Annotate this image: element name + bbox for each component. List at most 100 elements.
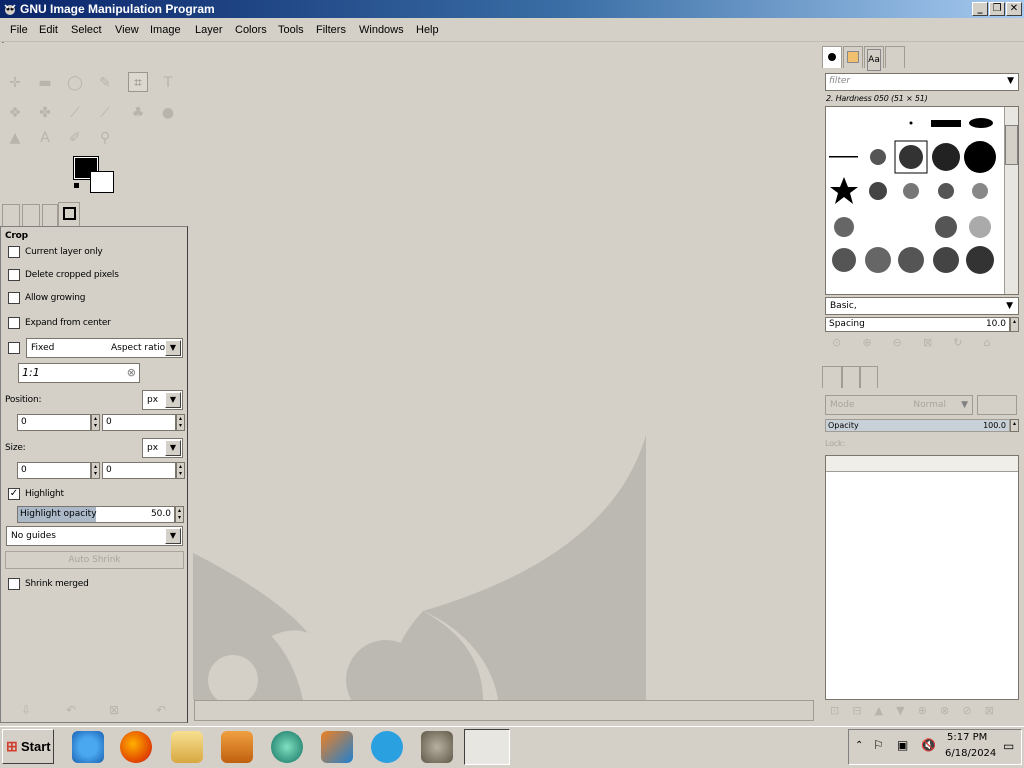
layer-mode-switch[interactable] (977, 395, 1017, 415)
tab-patterns[interactable] (843, 46, 863, 68)
save-options-icon[interactable]: ⇩ (21, 703, 31, 717)
zoom-tool-icon[interactable]: ● (158, 103, 178, 123)
delete-cropped-checkbox[interactable] (8, 269, 20, 281)
spacing-spinner[interactable]: ▴ (1010, 317, 1019, 332)
delete-options-icon[interactable]: ⊠ (109, 703, 119, 717)
brush-tag-input[interactable]: Basic, ▼ (825, 297, 1019, 315)
gimp-active-window-button[interactable] (464, 729, 510, 765)
size-unit-select[interactable]: px ▼ (142, 438, 183, 458)
gimp-taskbar-icon[interactable] (421, 731, 453, 763)
highlight-opacity-slider[interactable]: Highlight opacity 50.0 (17, 506, 175, 523)
tab-crop-options[interactable] (58, 202, 80, 226)
action-center-flag-icon[interactable]: ⚐ (873, 738, 884, 752)
aspect-ratio-input[interactable]: 1:1 ⊗ (18, 363, 140, 383)
menu-file[interactable]: File (10, 24, 28, 36)
size-height-spinner[interactable]: ▴ ▾ (176, 462, 185, 479)
paths-tool-icon[interactable]: ✤ (35, 103, 55, 123)
close-button[interactable]: ✕ (1006, 2, 1022, 16)
media-player-icon[interactable] (221, 731, 253, 763)
tab-fonts[interactable]: Aa (864, 46, 884, 71)
size-width-spinner[interactable]: ▴ ▾ (91, 462, 100, 479)
scrollbar-thumb[interactable] (1005, 125, 1018, 165)
crop-tool-icon[interactable]: ⌗ (128, 72, 148, 92)
unified-transform-tool-icon[interactable]: T (158, 73, 178, 93)
layer-opacity-spinner[interactable]: ▴ (1010, 419, 1019, 432)
clock-time[interactable]: 5:17 PM (947, 732, 987, 743)
auto-shrink-button[interactable]: Auto Shrink (5, 551, 184, 569)
magnify-tool-icon[interactable]: ⚲ (95, 128, 115, 148)
background-color-swatch[interactable] (90, 171, 114, 193)
position-y-spinner[interactable]: ▴ ▾ (176, 414, 185, 431)
size-height-input[interactable]: 0 (102, 462, 176, 479)
color-picker-icon[interactable]: ⟋ (95, 103, 115, 123)
clear-icon[interactable]: ⊗ (127, 364, 136, 382)
fixed-aspect-combo[interactable]: Fixed Aspect ratio ▼ (26, 338, 183, 358)
restore-options-icon[interactable]: ↶ (66, 703, 76, 717)
guides-select[interactable]: No guides ▼ (6, 526, 183, 546)
brush-filter-input[interactable]: filter ▼ (825, 73, 1019, 91)
position-x-spinner[interactable]: ▴ ▾ (91, 414, 100, 431)
brush-grid[interactable] (825, 106, 1019, 295)
menu-layer[interactable]: Layer (195, 24, 223, 36)
reset-options-icon[interactable]: ↶ (156, 703, 166, 717)
bucket-fill-icon[interactable]: ▲ (5, 128, 25, 148)
current-layer-only-checkbox[interactable] (8, 246, 20, 258)
layers-list[interactable] (825, 455, 1019, 700)
highlight-opacity-spinner[interactable]: ▴ ▾ (175, 506, 184, 523)
fuzzy-select-tool-icon[interactable]: ✎ (95, 73, 115, 93)
menu-colors[interactable]: Colors (235, 24, 267, 36)
show-hidden-icons-icon[interactable]: ⌃ (855, 740, 863, 751)
position-unit-select[interactable]: px ▼ (142, 390, 183, 410)
size-width-input[interactable]: 0 (17, 462, 91, 479)
tab-paths[interactable] (860, 366, 878, 388)
paint-app-icon[interactable] (321, 731, 353, 763)
internet-explorer-icon[interactable] (72, 731, 104, 763)
menu-tools[interactable]: Tools (278, 24, 304, 36)
menu-view[interactable]: View (115, 24, 139, 36)
position-y-input[interactable]: 0 (102, 414, 176, 431)
menu-select[interactable]: Select (71, 24, 102, 36)
telegram-icon[interactable] (371, 731, 403, 763)
menu-windows[interactable]: Windows (359, 24, 404, 36)
start-button[interactable]: ⊞ Start (2, 729, 54, 764)
restore-button[interactable]: ❐ (989, 2, 1005, 16)
default-colors-icon[interactable] (74, 183, 79, 188)
move-tool-icon[interactable]: ✛ (5, 73, 25, 93)
tab-brushes[interactable] (822, 46, 842, 68)
warp-tool-icon[interactable]: ❖ (5, 103, 25, 123)
tab-undo-history[interactable] (42, 204, 58, 226)
brush-spacing-slider[interactable]: Spacing 10.0 (825, 317, 1010, 332)
allow-growing-checkbox[interactable] (8, 292, 20, 304)
expand-from-center-checkbox[interactable] (8, 317, 20, 329)
menu-help[interactable]: Help (416, 24, 439, 36)
measure-tool-icon[interactable]: ♣ (128, 103, 148, 123)
chat-app-icon[interactable] (271, 731, 303, 763)
layer-action-icons[interactable]: ⊡ ⊟ ▲ ▼ ⊕ ⊗ ⊘ ⊠ (830, 704, 994, 717)
tab-documents[interactable] (885, 46, 905, 68)
fixed-checkbox[interactable] (8, 342, 20, 354)
tab-tool-options[interactable] (2, 204, 20, 226)
window-title-bar[interactable]: GNU Image Manipulation Program (0, 0, 1024, 18)
menu-filters[interactable]: Filters (316, 24, 346, 36)
text-tool-a-icon[interactable]: A (35, 128, 55, 148)
highlight-checkbox[interactable]: ✓ (8, 488, 20, 500)
menu-edit[interactable]: Edit (39, 24, 58, 36)
network-icon[interactable]: ▣ (897, 738, 908, 752)
file-explorer-icon[interactable] (171, 731, 203, 763)
tab-layers[interactable] (822, 366, 842, 388)
menu-image[interactable]: Image (150, 24, 181, 36)
tab-device-status[interactable] (22, 204, 40, 226)
keyboard-language-icon[interactable]: ▭ (1003, 739, 1014, 753)
clock-date[interactable]: 6/18/2024 (945, 748, 996, 759)
free-select-tool-icon[interactable]: ◯ (65, 73, 85, 93)
shrink-merged-checkbox[interactable] (8, 578, 20, 590)
brush-grid-scrollbar[interactable] (1004, 107, 1018, 294)
brush-action-icons[interactable]: ⊙ ⊕ ⊖ ⊠ ↻ ⌂ (832, 336, 991, 349)
align-tool-icon[interactable]: ▬ (35, 73, 55, 93)
volume-muted-icon[interactable]: 🔇 (921, 738, 936, 752)
position-x-input[interactable]: 0 (17, 414, 91, 431)
layer-mode-select[interactable]: Mode Normal ▼ (825, 395, 973, 415)
layer-opacity-slider[interactable]: Opacity 100.0 (825, 419, 1010, 432)
text-tool-icon[interactable]: ⟋ (65, 103, 85, 123)
firefox-icon[interactable] (120, 731, 152, 763)
